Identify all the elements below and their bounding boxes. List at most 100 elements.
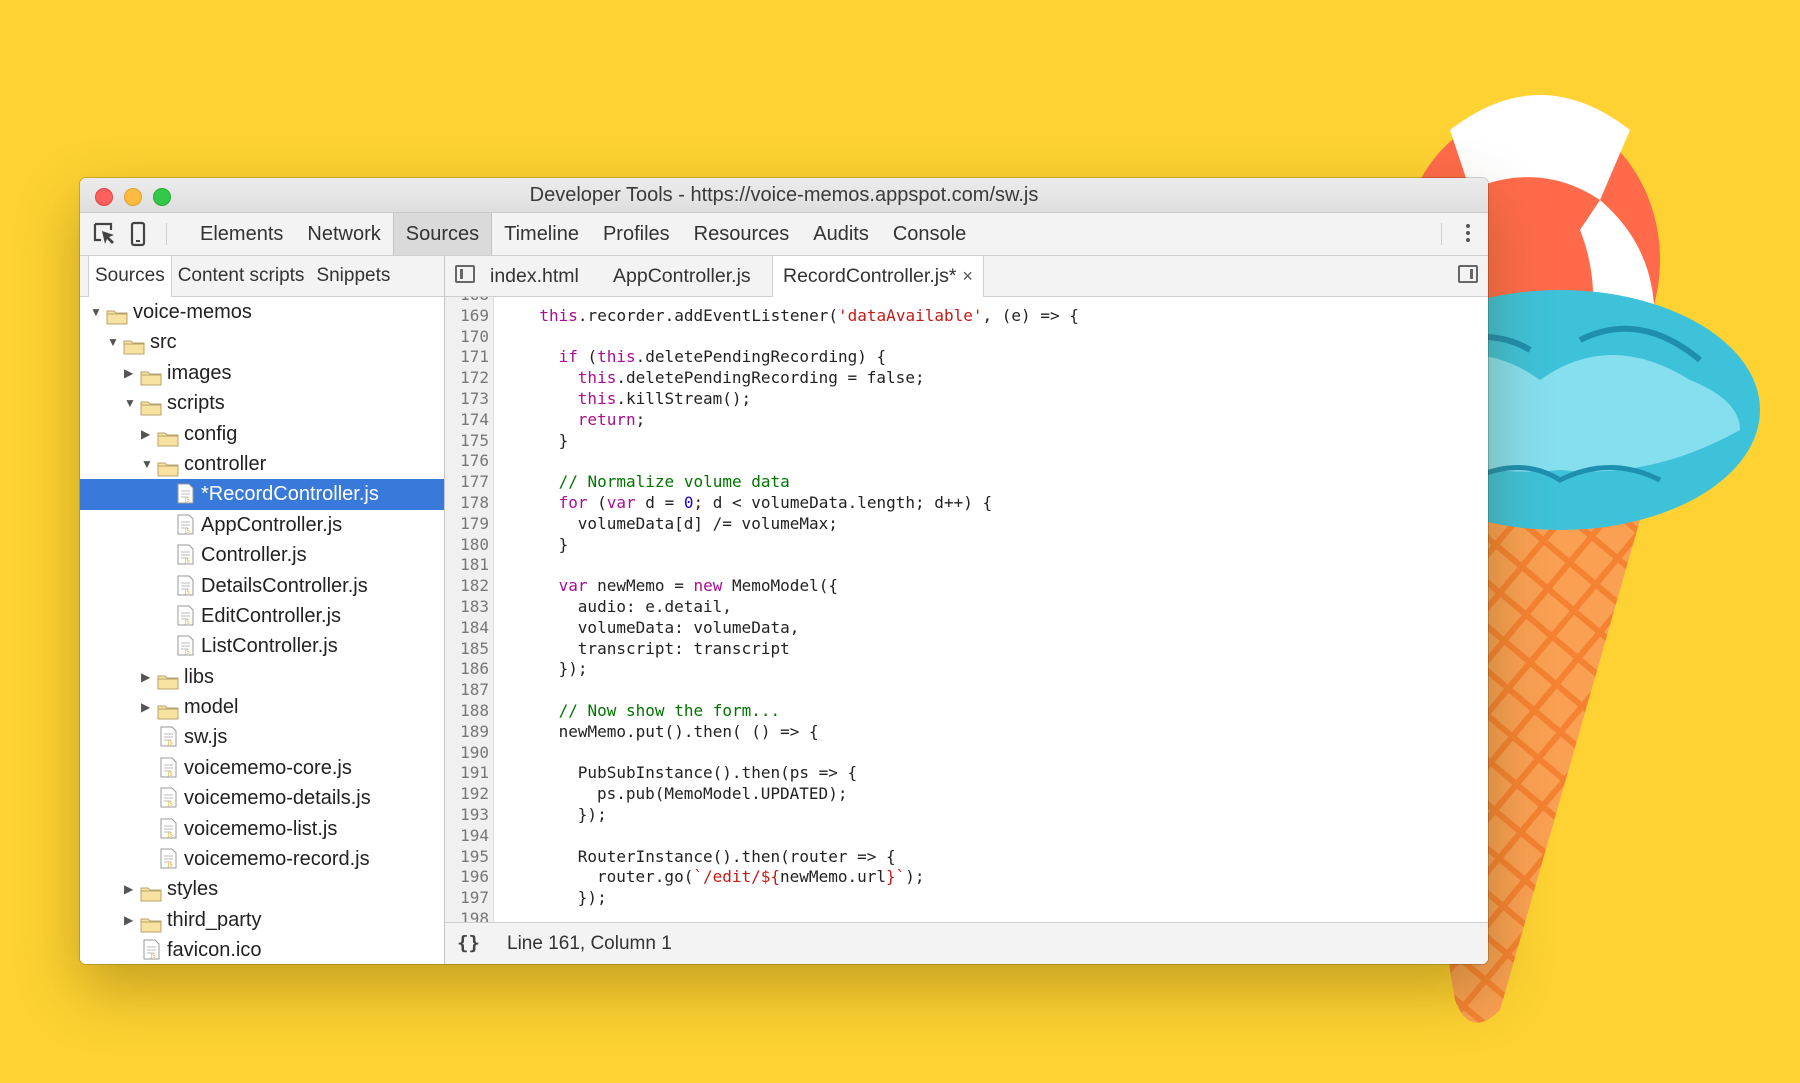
line-number[interactable]: 198: [445, 909, 489, 922]
device-mode-icon[interactable]: [125, 221, 151, 247]
code-editor: index.html AppController.js RecordContro…: [445, 256, 1488, 964]
expanded-arrow-icon[interactable]: ▼: [124, 388, 136, 418]
editor-tab-appcontroller[interactable]: AppController.js: [613, 256, 751, 296]
line-number[interactable]: 180: [445, 535, 489, 556]
expanded-arrow-icon[interactable]: ▼: [141, 449, 153, 479]
tree-folder[interactable]: ▶ libs: [80, 662, 444, 692]
code-token: );: [905, 867, 925, 887]
line-number[interactable]: 188: [445, 701, 489, 722]
expanded-arrow-icon[interactable]: ▼: [90, 297, 102, 327]
tree-file[interactable]: JS voicememo-record.js: [80, 844, 444, 874]
line-number[interactable]: 184: [445, 618, 489, 639]
close-tab-icon[interactable]: ×: [962, 266, 973, 286]
line-number[interactable]: 172: [445, 368, 489, 389]
tree-folder[interactable]: ▶ third_party: [80, 905, 444, 935]
toggle-debugger-icon[interactable]: [1458, 265, 1478, 283]
line-number[interactable]: 192: [445, 784, 489, 805]
line-number[interactable]: 170: [445, 327, 489, 348]
line-number[interactable]: 179: [445, 514, 489, 535]
tree-folder[interactable]: ▼ src: [80, 327, 444, 357]
toolbar-divider: [166, 223, 167, 245]
code-token: volumeData: volumeData,: [577, 617, 800, 637]
svg-text:JS: JS: [184, 498, 190, 504]
toggle-navigator-icon[interactable]: [455, 265, 475, 283]
expanded-arrow-icon[interactable]: ▼: [107, 327, 119, 357]
line-number[interactable]: 187: [445, 680, 489, 701]
line-number[interactable]: 175: [445, 431, 489, 452]
pretty-print-button[interactable]: {}: [457, 923, 480, 964]
tree-file[interactable]: JS Controller.js: [80, 540, 444, 570]
tree-file[interactable]: JS DetailsController.js: [80, 571, 444, 601]
collapsed-arrow-icon[interactable]: ▶: [141, 419, 153, 449]
tab-elements[interactable]: Elements: [188, 213, 295, 255]
tree-folder[interactable]: ▶ images: [80, 358, 444, 388]
tab-network[interactable]: Network: [295, 213, 392, 255]
line-number[interactable]: 169: [445, 306, 489, 327]
line-number[interactable]: 177: [445, 472, 489, 493]
line-number[interactable]: 191: [445, 763, 489, 784]
line-number[interactable]: 185: [445, 639, 489, 660]
line-number[interactable]: 190: [445, 743, 489, 764]
code-line: 194: [445, 826, 1488, 847]
tab-resources[interactable]: Resources: [682, 213, 802, 255]
line-number[interactable]: 183: [445, 597, 489, 618]
code-text: this.deletePendingRecording = false;: [578, 368, 925, 389]
tab-timeline[interactable]: Timeline: [492, 213, 591, 255]
tree-file[interactable]: JS voicememo-list.js: [80, 814, 444, 844]
line-number[interactable]: 176: [445, 451, 489, 472]
editor-tab-recordcontroller[interactable]: RecordController.js* ×: [772, 256, 984, 297]
line-number[interactable]: 174: [445, 410, 489, 431]
tab-console[interactable]: Console: [881, 213, 978, 255]
inspect-element-icon[interactable]: [92, 221, 118, 247]
collapsed-arrow-icon[interactable]: ▶: [141, 662, 153, 692]
navigator-tab-content-scripts[interactable]: Content scripts: [172, 256, 311, 296]
line-number[interactable]: 193: [445, 805, 489, 826]
line-number[interactable]: 171: [445, 347, 489, 368]
tree-file[interactable]: JS *RecordController.js: [80, 479, 444, 510]
line-number[interactable]: 178: [445, 493, 489, 514]
collapsed-arrow-icon[interactable]: ▶: [124, 905, 136, 935]
line-number[interactable]: 181: [445, 555, 489, 576]
line-number[interactable]: 182: [445, 576, 489, 597]
tree-file[interactable]: JS ListController.js: [80, 631, 444, 661]
code-text: for (var d = 0; d < volumeData.length; d…: [559, 493, 993, 514]
tab-audits[interactable]: Audits: [801, 213, 881, 255]
tree-folder[interactable]: ▶ model: [80, 692, 444, 722]
line-number[interactable]: 197: [445, 888, 489, 909]
tree-file[interactable]: JS voicememo-details.js: [80, 783, 444, 813]
collapsed-arrow-icon[interactable]: ▶: [124, 874, 136, 904]
code-line: 177 // Normalize volume data: [445, 472, 1488, 493]
more-vertical-icon[interactable]: [1458, 221, 1478, 247]
line-number[interactable]: 173: [445, 389, 489, 410]
code-text: router.go(`/edit/${newMemo.url}`);: [597, 867, 925, 888]
tree-folder[interactable]: ▼ scripts: [80, 388, 444, 418]
tree-folder[interactable]: ▶ config: [80, 419, 444, 449]
code-area[interactable]: 168169this.recorder.addEventListener('da…: [445, 297, 1488, 922]
line-number[interactable]: 196: [445, 867, 489, 888]
tree-file[interactable]: JS EditController.js: [80, 601, 444, 631]
tab-sources[interactable]: Sources: [392, 213, 493, 255]
tab-profiles[interactable]: Profiles: [591, 213, 682, 255]
code-token: volumeData[d] /= volumeMax;: [577, 513, 838, 533]
line-number[interactable]: 186: [445, 659, 489, 680]
navigator-tab-snippets[interactable]: Snippets: [310, 256, 396, 296]
code-line: 190: [445, 743, 1488, 764]
line-number[interactable]: 189: [445, 722, 489, 743]
line-number[interactable]: 168: [445, 297, 489, 306]
tree-folder[interactable]: ▼ controller: [80, 449, 444, 479]
tree-folder[interactable]: ▼ voice-memos: [80, 297, 444, 327]
tree-file[interactable]: JS sw.js: [80, 722, 444, 752]
tree-file[interactable]: JS favicon.ico: [80, 935, 444, 964]
line-number[interactable]: 194: [445, 826, 489, 847]
tree-file[interactable]: JS voicememo-core.js: [80, 753, 444, 783]
navigator-tab-sources[interactable]: Sources: [88, 256, 172, 297]
line-number[interactable]: 195: [445, 847, 489, 868]
collapsed-arrow-icon[interactable]: ▶: [141, 692, 153, 722]
editor-tabs: index.html AppController.js RecordContro…: [445, 256, 1488, 297]
tree-item-label: ListController.js: [201, 635, 338, 658]
tree-folder[interactable]: ▶ styles: [80, 874, 444, 904]
code-token: ps.pub(MemoModel.UPDATED);: [597, 784, 848, 804]
collapsed-arrow-icon[interactable]: ▶: [124, 358, 136, 388]
editor-tab-index-html[interactable]: index.html: [490, 256, 579, 296]
tree-file[interactable]: JS AppController.js: [80, 510, 444, 540]
